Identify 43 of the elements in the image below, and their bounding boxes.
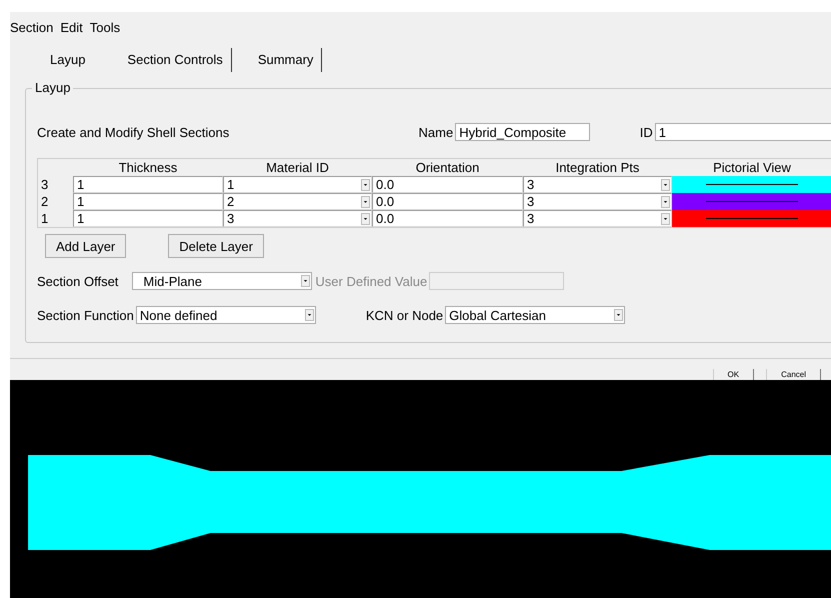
tab[interactable]: Summary [250,48,322,72]
column-header: Material ID [265,159,330,176]
section-heading: Create and Modify Shell Sections [37,124,230,140]
integration-dropdown[interactable]: 3 [523,193,672,210]
layer-button[interactable]: Add Layer [45,234,126,258]
name-label: Name [418,124,454,140]
section-offset-label: Section Offset [37,274,118,288]
kcn-dropdown[interactable]: Global Cartesian [445,306,626,324]
orientation-field[interactable]: 0.0 [372,210,523,227]
thickness-field[interactable]: 1 [73,210,223,227]
id-label: ID [640,124,653,140]
layer-number: 1 [40,210,50,227]
dialog-button[interactable]: OK [712,369,754,380]
menu-item[interactable]: Tools [90,19,120,36]
menu-item[interactable]: Edit [60,19,83,36]
material-dropdown[interactable]: 3 [223,210,372,227]
integration-dropdown[interactable]: 3 [523,176,672,193]
material-dropdown[interactable]: 1 [223,176,372,193]
tab[interactable]: Section Controls [119,48,232,72]
section-function-dropdown[interactable]: None defined [136,306,316,324]
user-value-label: User Defined Value [315,274,428,288]
group-title: Layup [32,80,74,95]
material-dropdown[interactable]: 2 [223,193,372,210]
dialog-button[interactable]: Cancel [766,369,821,380]
section-offset-dropdown[interactable]: Mid-Plane [132,272,312,290]
column-header: Thickness [118,159,178,176]
thickness-field[interactable]: 1 [73,193,223,210]
kcn-label: KCN or Node [366,308,444,322]
menu-item[interactable]: Section [10,19,54,36]
column-header: Orientation [414,159,480,176]
thickness-field[interactable]: 1 [73,176,223,193]
id-field[interactable]: 1 [654,123,831,141]
layer-number: 3 [40,176,50,193]
user-value-field[interactable] [429,272,564,290]
orientation-field[interactable]: 0.0 [372,176,523,193]
column-header: Integration Pts [554,159,640,176]
orientation-field[interactable]: 0.0 [372,193,523,210]
layer-number: 2 [40,193,50,210]
section-function-label: Section Function [37,308,134,322]
layer-button[interactable]: Delete Layer [168,234,264,258]
integration-dropdown[interactable]: 3 [523,210,672,227]
column-header: Pictorial View [712,159,792,176]
name-field[interactable]: Hybrid_Composite [455,123,590,141]
